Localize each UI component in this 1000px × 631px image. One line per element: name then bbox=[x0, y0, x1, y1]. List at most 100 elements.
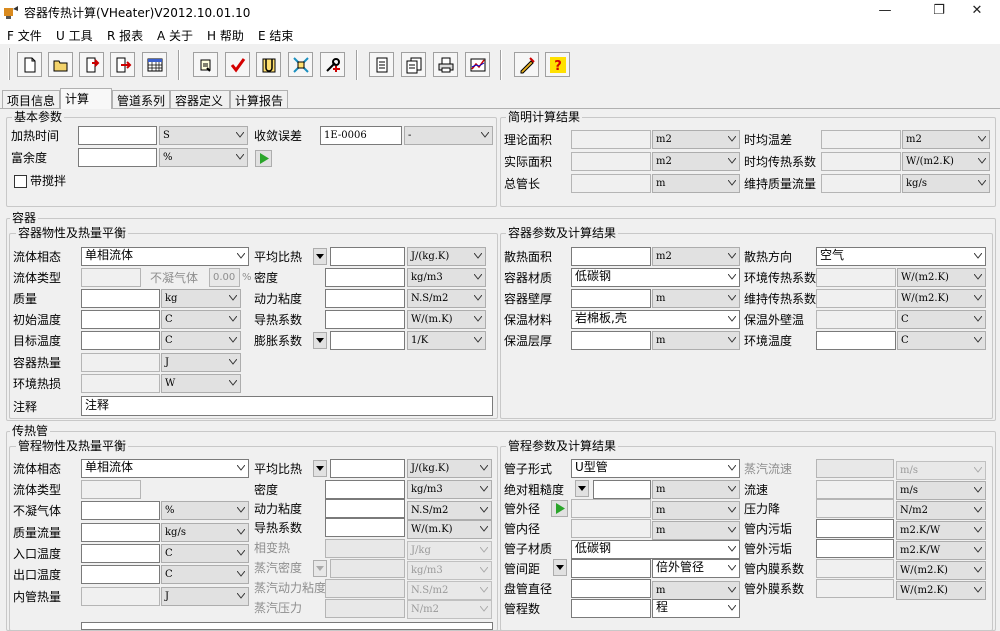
u-tube-button[interactable] bbox=[256, 52, 281, 77]
vp-area-input[interactable] bbox=[571, 247, 651, 266]
actual-area-unit[interactable]: m2 bbox=[652, 152, 740, 171]
vp-envt-input[interactable] bbox=[816, 331, 896, 350]
v-cp-input[interactable] bbox=[330, 247, 405, 266]
v-t0-input[interactable] bbox=[81, 310, 160, 329]
tp-rough-dropdown-button[interactable] bbox=[575, 480, 589, 497]
maint-flow-unit[interactable]: kg/s bbox=[902, 174, 990, 193]
close-button[interactable]: ✕ bbox=[954, 0, 1000, 24]
menu-tools[interactable]: U 工具 bbox=[56, 27, 93, 44]
tp-mat-select[interactable]: 低碳钢 bbox=[571, 540, 740, 559]
t-cp-unit[interactable]: J/(kg.K) bbox=[407, 459, 492, 478]
v-cp-unit[interactable]: J/(kg.K) bbox=[407, 247, 486, 266]
tp-oh-unit[interactable]: W/(m2.K) bbox=[896, 581, 986, 600]
vp-envt-unit[interactable]: C bbox=[897, 331, 986, 350]
vp-dir-select[interactable]: 空气 bbox=[816, 247, 986, 266]
tab-report[interactable]: 计算报告 bbox=[230, 90, 288, 108]
v-phase-select[interactable]: 单相流体 bbox=[81, 247, 249, 266]
new-button[interactable] bbox=[17, 52, 42, 77]
v-mu-unit[interactable]: N.S/m2 bbox=[407, 289, 486, 308]
v-rho-unit[interactable]: kg/m3 bbox=[407, 268, 486, 287]
tp-num-unit[interactable]: 程 bbox=[652, 599, 740, 618]
tp-ifoul-unit[interactable]: m2.K/W bbox=[896, 521, 986, 540]
t-tout-unit[interactable]: C bbox=[161, 565, 249, 584]
run-button[interactable] bbox=[255, 150, 272, 167]
tp-dp-unit[interactable]: N/m2 bbox=[896, 501, 986, 520]
v-beta-input[interactable] bbox=[330, 331, 405, 350]
tab-project-info[interactable]: 项目信息 bbox=[2, 90, 60, 108]
vp-mat-select[interactable]: 低碳钢 bbox=[571, 268, 740, 287]
t-k-input[interactable] bbox=[325, 518, 405, 537]
heat-time-unit-select[interactable]: S bbox=[159, 126, 248, 145]
margin-input[interactable] bbox=[78, 148, 157, 167]
tolerance-unit-select[interactable]: - bbox=[404, 126, 493, 145]
t-heat-unit[interactable]: J bbox=[161, 587, 249, 606]
v-heat-unit[interactable]: J bbox=[161, 353, 241, 372]
vp-area-unit[interactable]: m2 bbox=[652, 247, 740, 266]
chart-button[interactable] bbox=[465, 52, 490, 77]
v-beta-unit[interactable]: 1/K bbox=[407, 331, 486, 350]
menu-file[interactable]: F 文件 bbox=[7, 27, 42, 44]
table-button[interactable] bbox=[142, 52, 167, 77]
t-flow-input[interactable] bbox=[81, 523, 160, 542]
v-loss-unit[interactable]: W bbox=[161, 374, 241, 393]
tp-ih-unit[interactable]: W/(m2.K) bbox=[896, 561, 986, 580]
tp-coil-unit[interactable]: m bbox=[652, 581, 740, 600]
v-t0-unit[interactable]: C bbox=[161, 310, 241, 329]
v-tt-input[interactable] bbox=[81, 331, 160, 350]
v-mass-input[interactable] bbox=[81, 289, 160, 308]
v-k-input[interactable] bbox=[325, 310, 405, 329]
v-beta-dropdown-button[interactable] bbox=[313, 332, 327, 349]
v-mass-unit[interactable]: kg bbox=[161, 289, 241, 308]
v-mu-input[interactable] bbox=[325, 289, 405, 308]
heat-time-input[interactable] bbox=[78, 126, 157, 145]
print-button[interactable] bbox=[433, 52, 458, 77]
export-button[interactable] bbox=[110, 52, 135, 77]
tp-coil-input[interactable] bbox=[571, 579, 651, 598]
menu-help[interactable]: H 帮助 bbox=[207, 27, 244, 44]
tp-ifoul-input[interactable] bbox=[816, 519, 894, 538]
check-file-button[interactable] bbox=[193, 52, 218, 77]
t-mu-input[interactable] bbox=[325, 499, 405, 518]
theo-area-unit[interactable]: m2 bbox=[652, 130, 740, 149]
tp-num-input[interactable] bbox=[571, 599, 651, 618]
tp-od-unit[interactable]: m bbox=[652, 501, 740, 520]
tab-pipe-series[interactable]: 管道系列 bbox=[112, 90, 170, 108]
t-flow-unit[interactable]: kg/s bbox=[161, 523, 249, 542]
v-tt-unit[interactable]: C bbox=[161, 331, 241, 350]
tp-pitch-input[interactable] bbox=[571, 559, 651, 578]
open-button[interactable] bbox=[48, 52, 73, 77]
vp-wall-unit[interactable]: m bbox=[652, 289, 740, 308]
t-rho-input[interactable] bbox=[325, 480, 405, 499]
tp-rough-input[interactable] bbox=[593, 480, 651, 499]
tp-rough-unit[interactable]: m bbox=[652, 480, 740, 499]
tp-vel-unit[interactable]: m/s bbox=[896, 481, 986, 500]
help-button[interactable]: ? bbox=[545, 52, 570, 77]
settings-button[interactable] bbox=[320, 52, 345, 77]
import-button[interactable] bbox=[79, 52, 104, 77]
calc-button[interactable] bbox=[288, 52, 313, 77]
minimize-button[interactable]: — bbox=[862, 0, 908, 24]
avg-k-unit[interactable]: W/(m2.K) bbox=[902, 152, 990, 171]
vp-outert-unit[interactable]: C bbox=[897, 310, 986, 329]
t-tout-input[interactable] bbox=[81, 565, 160, 584]
tp-pitch-dropdown-button[interactable] bbox=[553, 559, 567, 576]
tab-vessel-def[interactable]: 容器定义 bbox=[170, 90, 230, 108]
t-ncg-input[interactable] bbox=[81, 501, 160, 520]
total-length-unit[interactable]: m bbox=[652, 174, 740, 193]
t-mu-unit[interactable]: N.S/m2 bbox=[407, 501, 492, 520]
tp-od-run-button[interactable] bbox=[551, 500, 568, 517]
t-k-unit[interactable]: W/(m.K) bbox=[407, 520, 492, 539]
t-rho-unit[interactable]: kg/m3 bbox=[407, 480, 492, 499]
menu-exit[interactable]: E 结束 bbox=[258, 27, 293, 44]
tab-calc[interactable]: 计算 bbox=[60, 88, 112, 109]
tp-id-unit[interactable]: m bbox=[652, 521, 740, 540]
margin-unit-select[interactable]: % bbox=[159, 148, 248, 167]
vp-keeph-unit[interactable]: W/(m2.K) bbox=[897, 289, 986, 308]
t-note-input[interactable] bbox=[81, 622, 493, 630]
tp-shape-select[interactable]: U型管 bbox=[571, 459, 740, 478]
t-tin-unit[interactable]: C bbox=[161, 544, 249, 563]
menu-about[interactable]: A 关于 bbox=[157, 27, 193, 44]
stir-checkbox[interactable] bbox=[14, 175, 27, 188]
v-cp-dropdown-button[interactable] bbox=[313, 248, 327, 265]
vp-inst-unit[interactable]: m bbox=[652, 331, 740, 350]
